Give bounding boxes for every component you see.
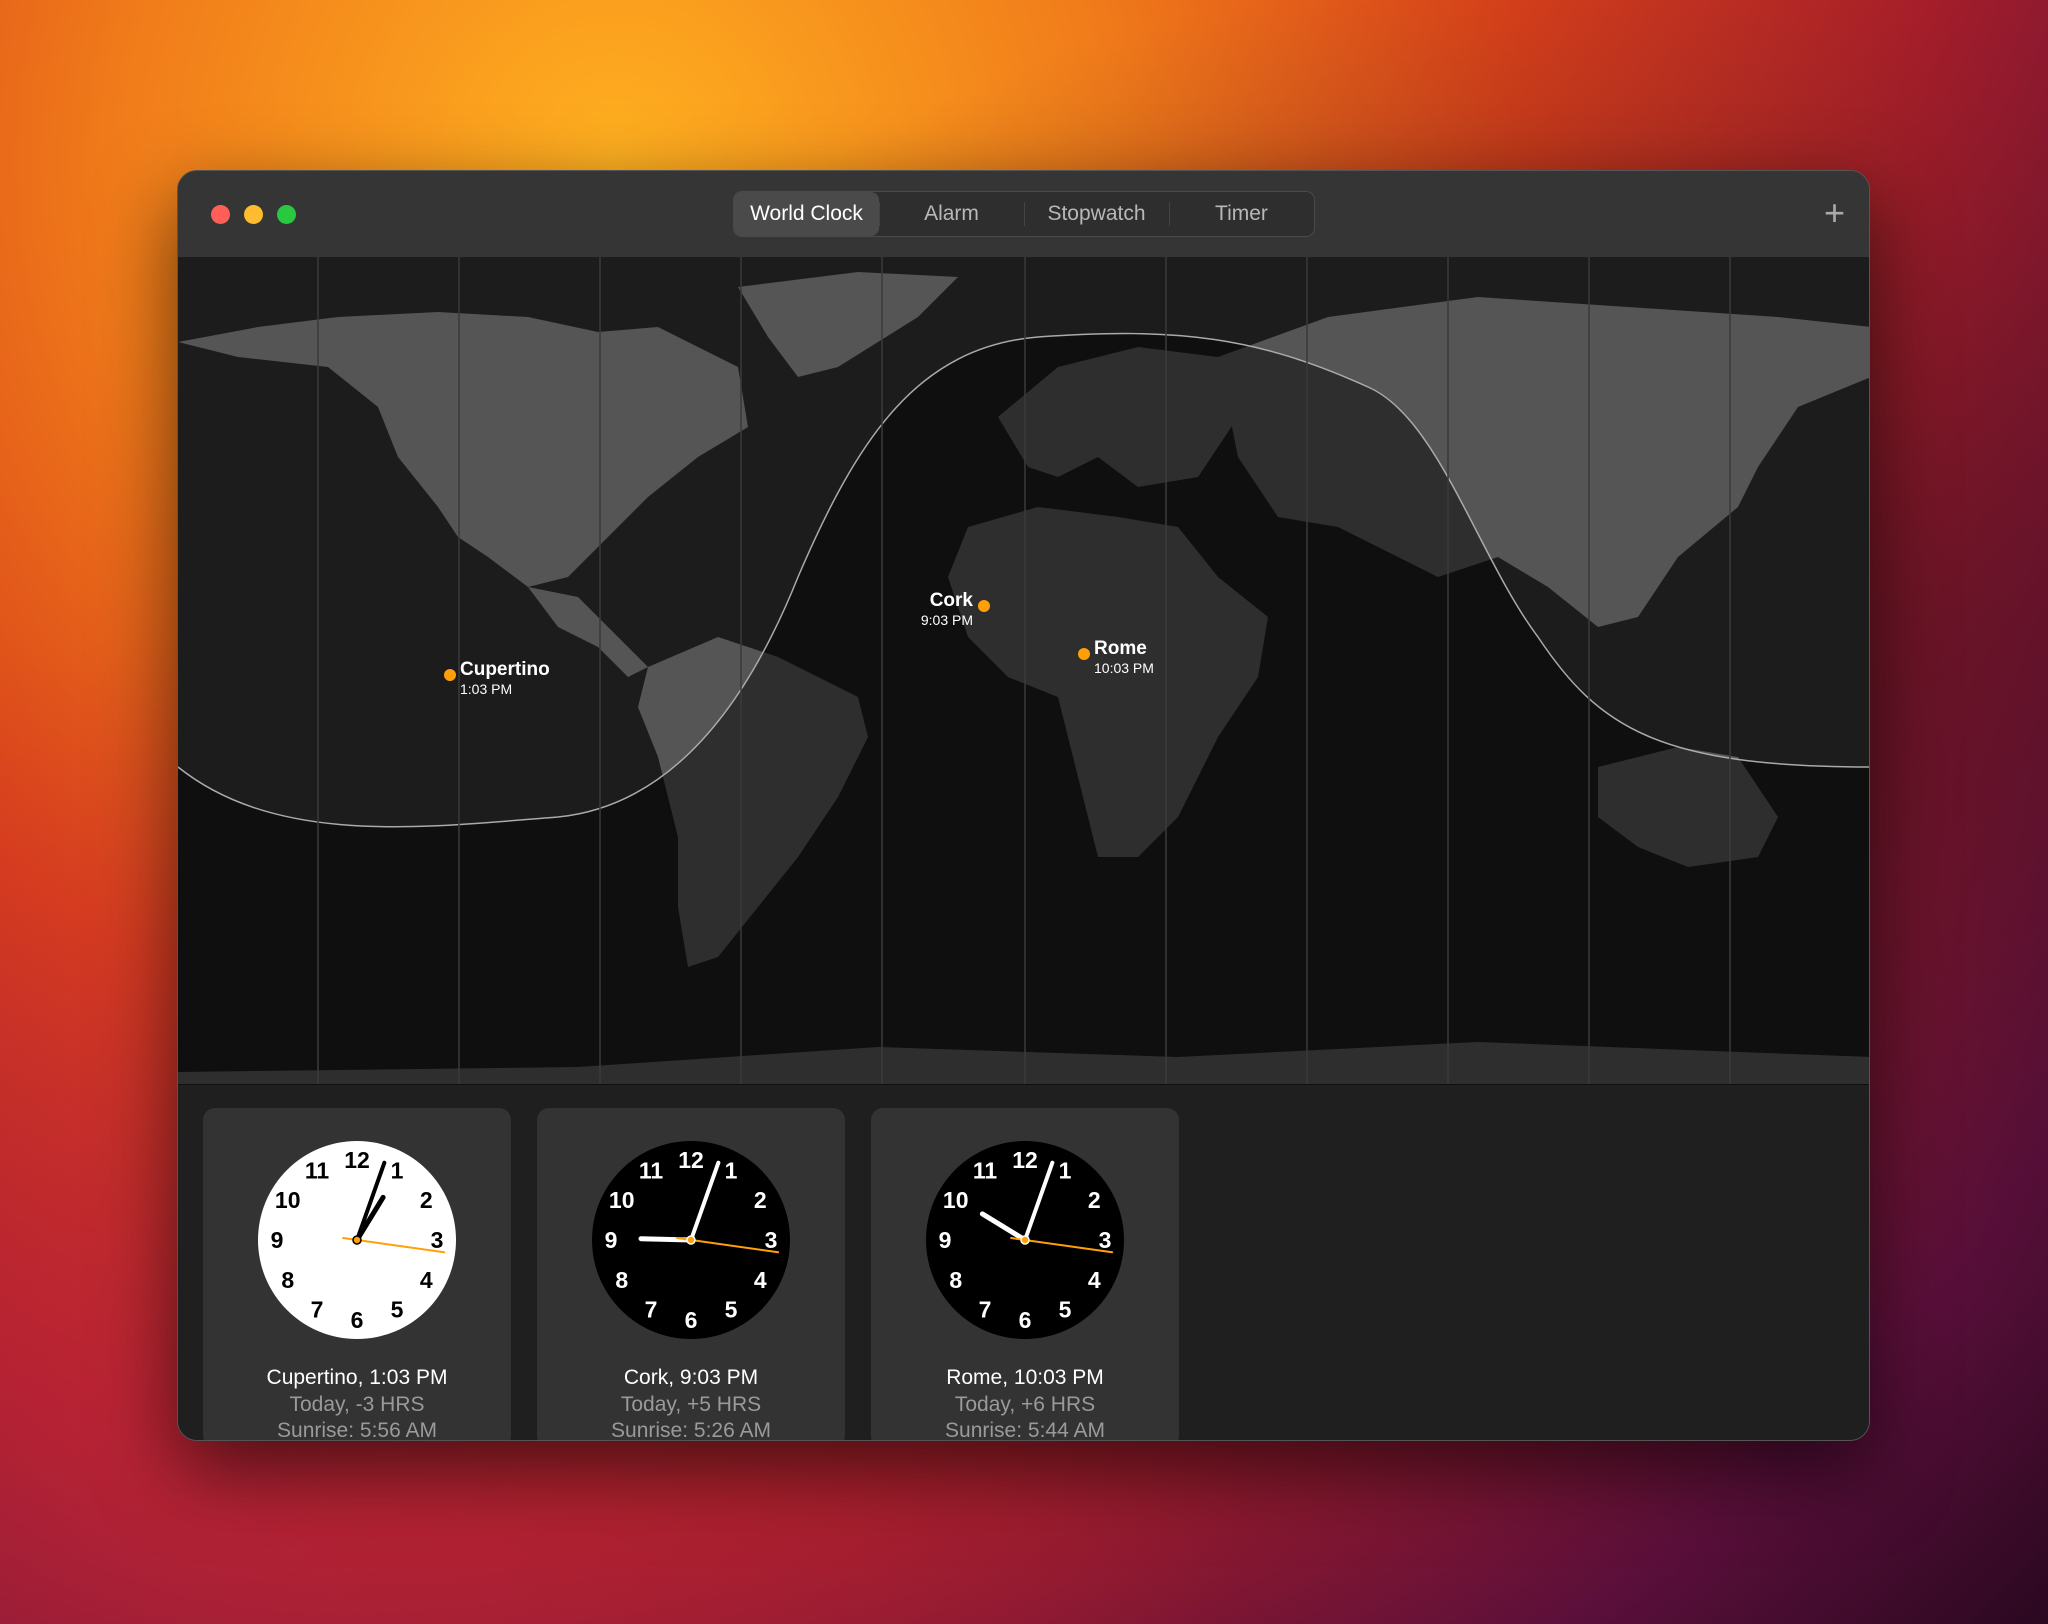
dial-number: 6 — [351, 1307, 364, 1333]
dial-number: 5 — [1059, 1296, 1072, 1322]
dial-number: 1 — [391, 1158, 404, 1184]
tab-world-clock[interactable]: World Clock — [734, 192, 879, 236]
clock-title: Rome, 10:03 PM — [946, 1366, 1104, 1389]
analog-clock: 12 12 3 45 6 78 9 1011 — [258, 1141, 456, 1339]
tab-bar: World Clock Alarm Stopwatch Timer — [733, 191, 1315, 237]
clock-card-rome[interactable]: 12 1 2 3 4 5 6 7 8 9 10 11 Rome, 10:03 PM Today, +6… — [871, 1108, 1179, 1441]
tab-timer[interactable]: Timer — [1169, 192, 1314, 236]
clock-title: Cupertino, 1:03 PM — [266, 1366, 448, 1389]
dial-number: 8 — [949, 1267, 962, 1293]
dial-number: 3 — [1099, 1227, 1112, 1253]
tab-alarm[interactable]: Alarm — [879, 192, 1024, 236]
center-pin — [352, 1235, 362, 1245]
dial-number: 1 — [725, 1158, 738, 1184]
dial-number: 1 — [1059, 1158, 1072, 1184]
dial-number: 4 — [1088, 1267, 1101, 1293]
clock-offset: Today, +5 HRS — [620, 1393, 762, 1416]
analog-clock: 12 12 3 45 6 78 9 1011 — [592, 1141, 790, 1339]
clock-offset: Today, -3 HRS — [289, 1393, 425, 1416]
dial-number: 8 — [281, 1267, 294, 1293]
world-map-graphic — [178, 257, 1869, 1084]
city-name: Cupertino — [460, 659, 550, 680]
minimize-button[interactable] — [244, 205, 263, 224]
north-america — [178, 312, 748, 587]
clock-cards-area: 12 1 2 3 4 5 6 7 8 9 10 11 Cupertino, 1:03 PM Today… — [178, 1084, 1869, 1441]
analog-clock: 12 12 3 45 6 78 9 1011 — [926, 1141, 1124, 1339]
dial-number: 3 — [431, 1227, 444, 1253]
city-name: Rome — [1094, 638, 1147, 659]
clock-sunrise: Sunrise: 5:26 AM — [611, 1419, 771, 1441]
dial-number: 5 — [725, 1296, 738, 1322]
city-marker-rome[interactable] — [1078, 648, 1090, 660]
dial-number: 7 — [311, 1296, 324, 1322]
dial-number: 12 — [1012, 1147, 1038, 1173]
dial-number: 9 — [605, 1227, 618, 1253]
dial-number: 10 — [275, 1187, 301, 1213]
city-time: 10:03 PM — [1094, 660, 1154, 676]
city-time: 9:03 PM — [920, 612, 973, 628]
dial-number: 10 — [943, 1187, 969, 1213]
dial-number: 3 — [765, 1227, 778, 1253]
dial-number: 2 — [754, 1187, 767, 1213]
dial-number: 2 — [1088, 1187, 1101, 1213]
dial-number: 9 — [271, 1227, 284, 1253]
city-marker-cupertino[interactable] — [444, 669, 456, 681]
dial-number: 4 — [420, 1267, 433, 1293]
dial-number: 10 — [609, 1187, 635, 1213]
dial-number: 11 — [973, 1158, 998, 1184]
greenland — [738, 272, 958, 377]
dial-number: 7 — [645, 1296, 658, 1322]
city-time: 1:03 PM — [460, 681, 513, 697]
dial-number: 12 — [344, 1147, 370, 1173]
dial-number: 2 — [420, 1187, 433, 1213]
clock-card-cork[interactable]: 12 1 2 3 4 5 6 7 8 9 10 11 Cork, 9:03 PM Today, +5 … — [537, 1108, 845, 1441]
center-pin — [1020, 1235, 1030, 1245]
center-pin — [686, 1235, 696, 1245]
dial-number: 4 — [754, 1267, 767, 1293]
clock-title: Cork, 9:03 PM — [623, 1366, 759, 1389]
map-label-cupertino: Cupertino 1:03 PM — [460, 659, 550, 697]
add-city-button[interactable]: + — [1824, 191, 1845, 235]
dial-number: 7 — [979, 1296, 992, 1322]
clock-sunrise: Sunrise: 5:44 AM — [945, 1419, 1105, 1441]
zoom-button[interactable] — [277, 205, 296, 224]
city-marker-cork[interactable] — [978, 600, 990, 612]
clock-sunrise: Sunrise: 5:56 AM — [277, 1419, 437, 1441]
dial-number: 9 — [939, 1227, 952, 1253]
map-label-rome: Rome 10:03 PM — [1094, 638, 1154, 676]
city-name: Cork — [929, 590, 973, 611]
clock-offset: Today, +6 HRS — [954, 1393, 1096, 1416]
tab-stopwatch[interactable]: Stopwatch — [1024, 192, 1169, 236]
clock-window: World Clock Alarm Stopwatch Timer + Cupe… — [177, 170, 1870, 1441]
dial-number: 11 — [639, 1158, 664, 1184]
clock-card-cupertino[interactable]: 12 1 2 3 4 5 6 7 8 9 10 11 Cupertino, 1:03 PM Today… — [203, 1108, 511, 1441]
dial-number: 8 — [615, 1267, 628, 1293]
close-button[interactable] — [211, 205, 230, 224]
dial-number: 11 — [305, 1158, 330, 1184]
map-label-cork: Cork 9:03 PM — [913, 590, 973, 628]
world-map: Cupertino 1:03 PM Cork 9:03 PM Rome 10:0… — [178, 257, 1869, 1084]
dial-number: 6 — [685, 1307, 698, 1333]
dial-number: 5 — [391, 1296, 404, 1322]
dial-number: 12 — [678, 1147, 704, 1173]
dial-number: 6 — [1019, 1307, 1032, 1333]
title-bar: World Clock Alarm Stopwatch Timer + — [178, 171, 1869, 258]
